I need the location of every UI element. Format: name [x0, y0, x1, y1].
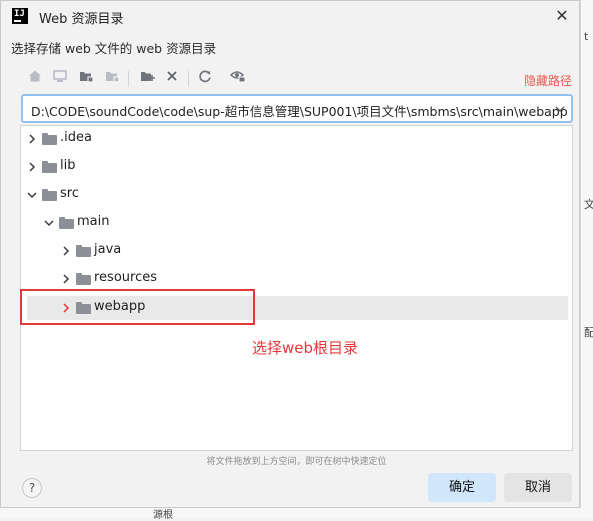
toolbar-separator: [128, 71, 129, 87]
background-window-bottom: 源根: [0, 508, 593, 521]
path-input[interactable]: D:\CODE\soundCode\code\sup-超市信息管理\SUP001…: [21, 94, 573, 123]
folder-icon: [59, 217, 74, 229]
refresh-icon[interactable]: [195, 69, 215, 89]
file-chooser-toolbar: [22, 66, 574, 92]
tree-node-idea[interactable]: .idea: [25, 128, 325, 150]
folder-icon: [76, 245, 91, 257]
chevron-down-icon[interactable]: [43, 213, 55, 236]
desktop-icon[interactable]: [50, 69, 70, 89]
show-hidden-icon[interactable]: [228, 69, 248, 89]
delete-icon[interactable]: [162, 69, 182, 89]
background-fragment: t: [584, 30, 589, 43]
home-icon[interactable]: [25, 69, 45, 89]
cancel-button[interactable]: 取消: [504, 473, 572, 502]
folder-icon: [42, 161, 57, 173]
folder-project-icon[interactable]: [76, 69, 96, 89]
intellij-logo-icon: IJ: [12, 8, 28, 24]
folder-icon: [76, 273, 91, 285]
tree-node-src[interactable]: src: [25, 184, 325, 206]
tree-node-label: java: [94, 242, 122, 257]
title-bar: IJ Web 资源目录 ✕: [1, 1, 579, 32]
dialog-title: Web 资源目录: [39, 12, 124, 27]
background-fragment: 文件: [584, 198, 593, 210]
toolbar-separator: [188, 71, 189, 87]
chevron-down-icon[interactable]: [554, 99, 566, 122]
help-button[interactable]: ?: [22, 478, 42, 498]
close-icon[interactable]: ✕: [552, 6, 572, 26]
tree-node-lib[interactable]: lib: [25, 156, 325, 178]
hide-path-link[interactable]: 隐藏路径: [524, 72, 572, 89]
annotation-highlight-box: [20, 289, 255, 325]
ok-button[interactable]: 确定: [428, 473, 496, 502]
chevron-right-icon[interactable]: [26, 129, 38, 152]
background-window-edge: [580, 0, 593, 519]
path-value: D:\CODE\soundCode\code\sup-超市信息管理\SUP001…: [31, 104, 568, 119]
chevron-right-icon[interactable]: [26, 157, 38, 180]
chevron-down-icon[interactable]: [26, 185, 38, 208]
chevron-right-icon[interactable]: [60, 241, 72, 264]
tree-node-java[interactable]: java: [59, 240, 359, 262]
tree-node-label: src: [60, 186, 79, 201]
folder-module-icon[interactable]: [102, 69, 122, 89]
folder-icon: [42, 133, 57, 145]
tree-node-label: resources: [94, 270, 158, 285]
dialog-description: 选择存储 web 文件的 web 资源目录: [11, 41, 217, 56]
tree-node-main[interactable]: main: [42, 212, 342, 234]
drag-drop-hint: 将文件拖放到上方空间，即可在树中快速定位: [206, 457, 387, 467]
tree-node-resources[interactable]: resources: [59, 268, 359, 290]
tree-node-label: lib: [60, 158, 76, 173]
new-folder-icon[interactable]: [137, 69, 157, 89]
background-fragment: 配: [584, 326, 593, 338]
tree-node-label: .idea: [60, 130, 92, 145]
tree-node-label: main: [77, 214, 110, 229]
folder-icon: [42, 189, 57, 201]
annotation-text: 选择web根目录: [252, 339, 359, 357]
